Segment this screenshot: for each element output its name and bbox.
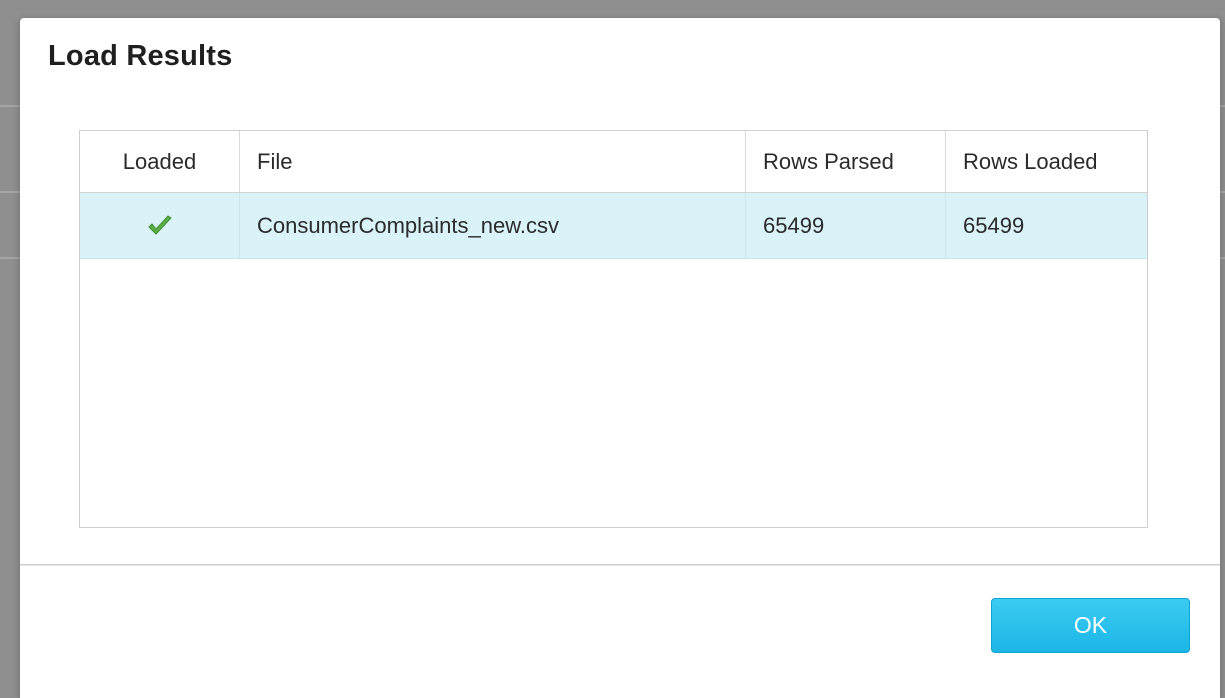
ok-button[interactable]: OK — [991, 598, 1190, 653]
rows-parsed-cell: 65499 — [746, 193, 946, 258]
file-cell: ConsumerComplaints_new.csv — [240, 193, 746, 258]
dialog-title: Load Results — [48, 40, 233, 72]
results-table: Loaded File Rows Parsed Rows Loaded Cons… — [79, 130, 1148, 528]
check-icon — [147, 214, 173, 238]
loaded-cell — [80, 193, 240, 258]
column-header-rows-parsed[interactable]: Rows Parsed — [746, 131, 946, 192]
load-results-dialog: Load Results Loaded File Rows Parsed Row… — [20, 18, 1220, 698]
footer-divider — [20, 564, 1220, 566]
rows-loaded-cell: 65499 — [963, 212, 1025, 238]
table-header: Loaded File Rows Parsed Rows Loaded — [80, 131, 1147, 193]
table-row[interactable]: ConsumerComplaints_new.csv 65499 65499 — [80, 193, 1147, 259]
column-header-loaded[interactable]: Loaded — [80, 131, 240, 192]
column-header-file[interactable]: File — [240, 131, 746, 192]
column-header-rows-loaded[interactable]: Rows Loaded — [946, 131, 1147, 192]
